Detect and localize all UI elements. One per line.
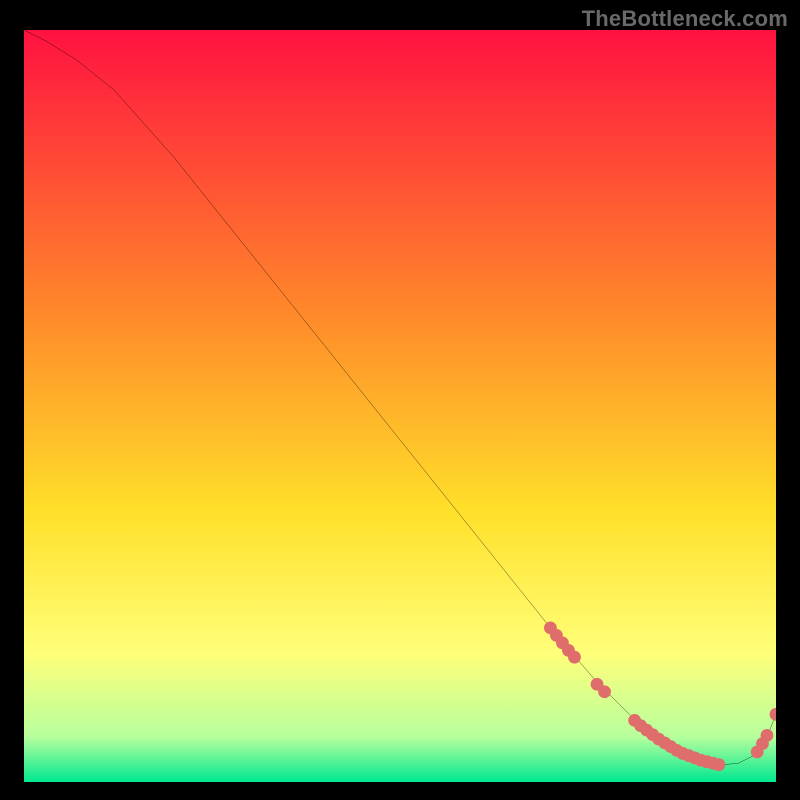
watermark-text: TheBottleneck.com (582, 6, 788, 32)
chart-svg (24, 30, 776, 782)
curve-marker (598, 685, 611, 698)
curve-marker (770, 708, 776, 721)
plot-area (24, 30, 776, 782)
curve-marker (712, 758, 725, 771)
chart-frame: TheBottleneck.com (0, 0, 800, 800)
bottleneck-curve (24, 30, 776, 765)
curve-markers (544, 621, 776, 771)
curve-marker (568, 651, 581, 664)
curve-marker (761, 729, 774, 742)
